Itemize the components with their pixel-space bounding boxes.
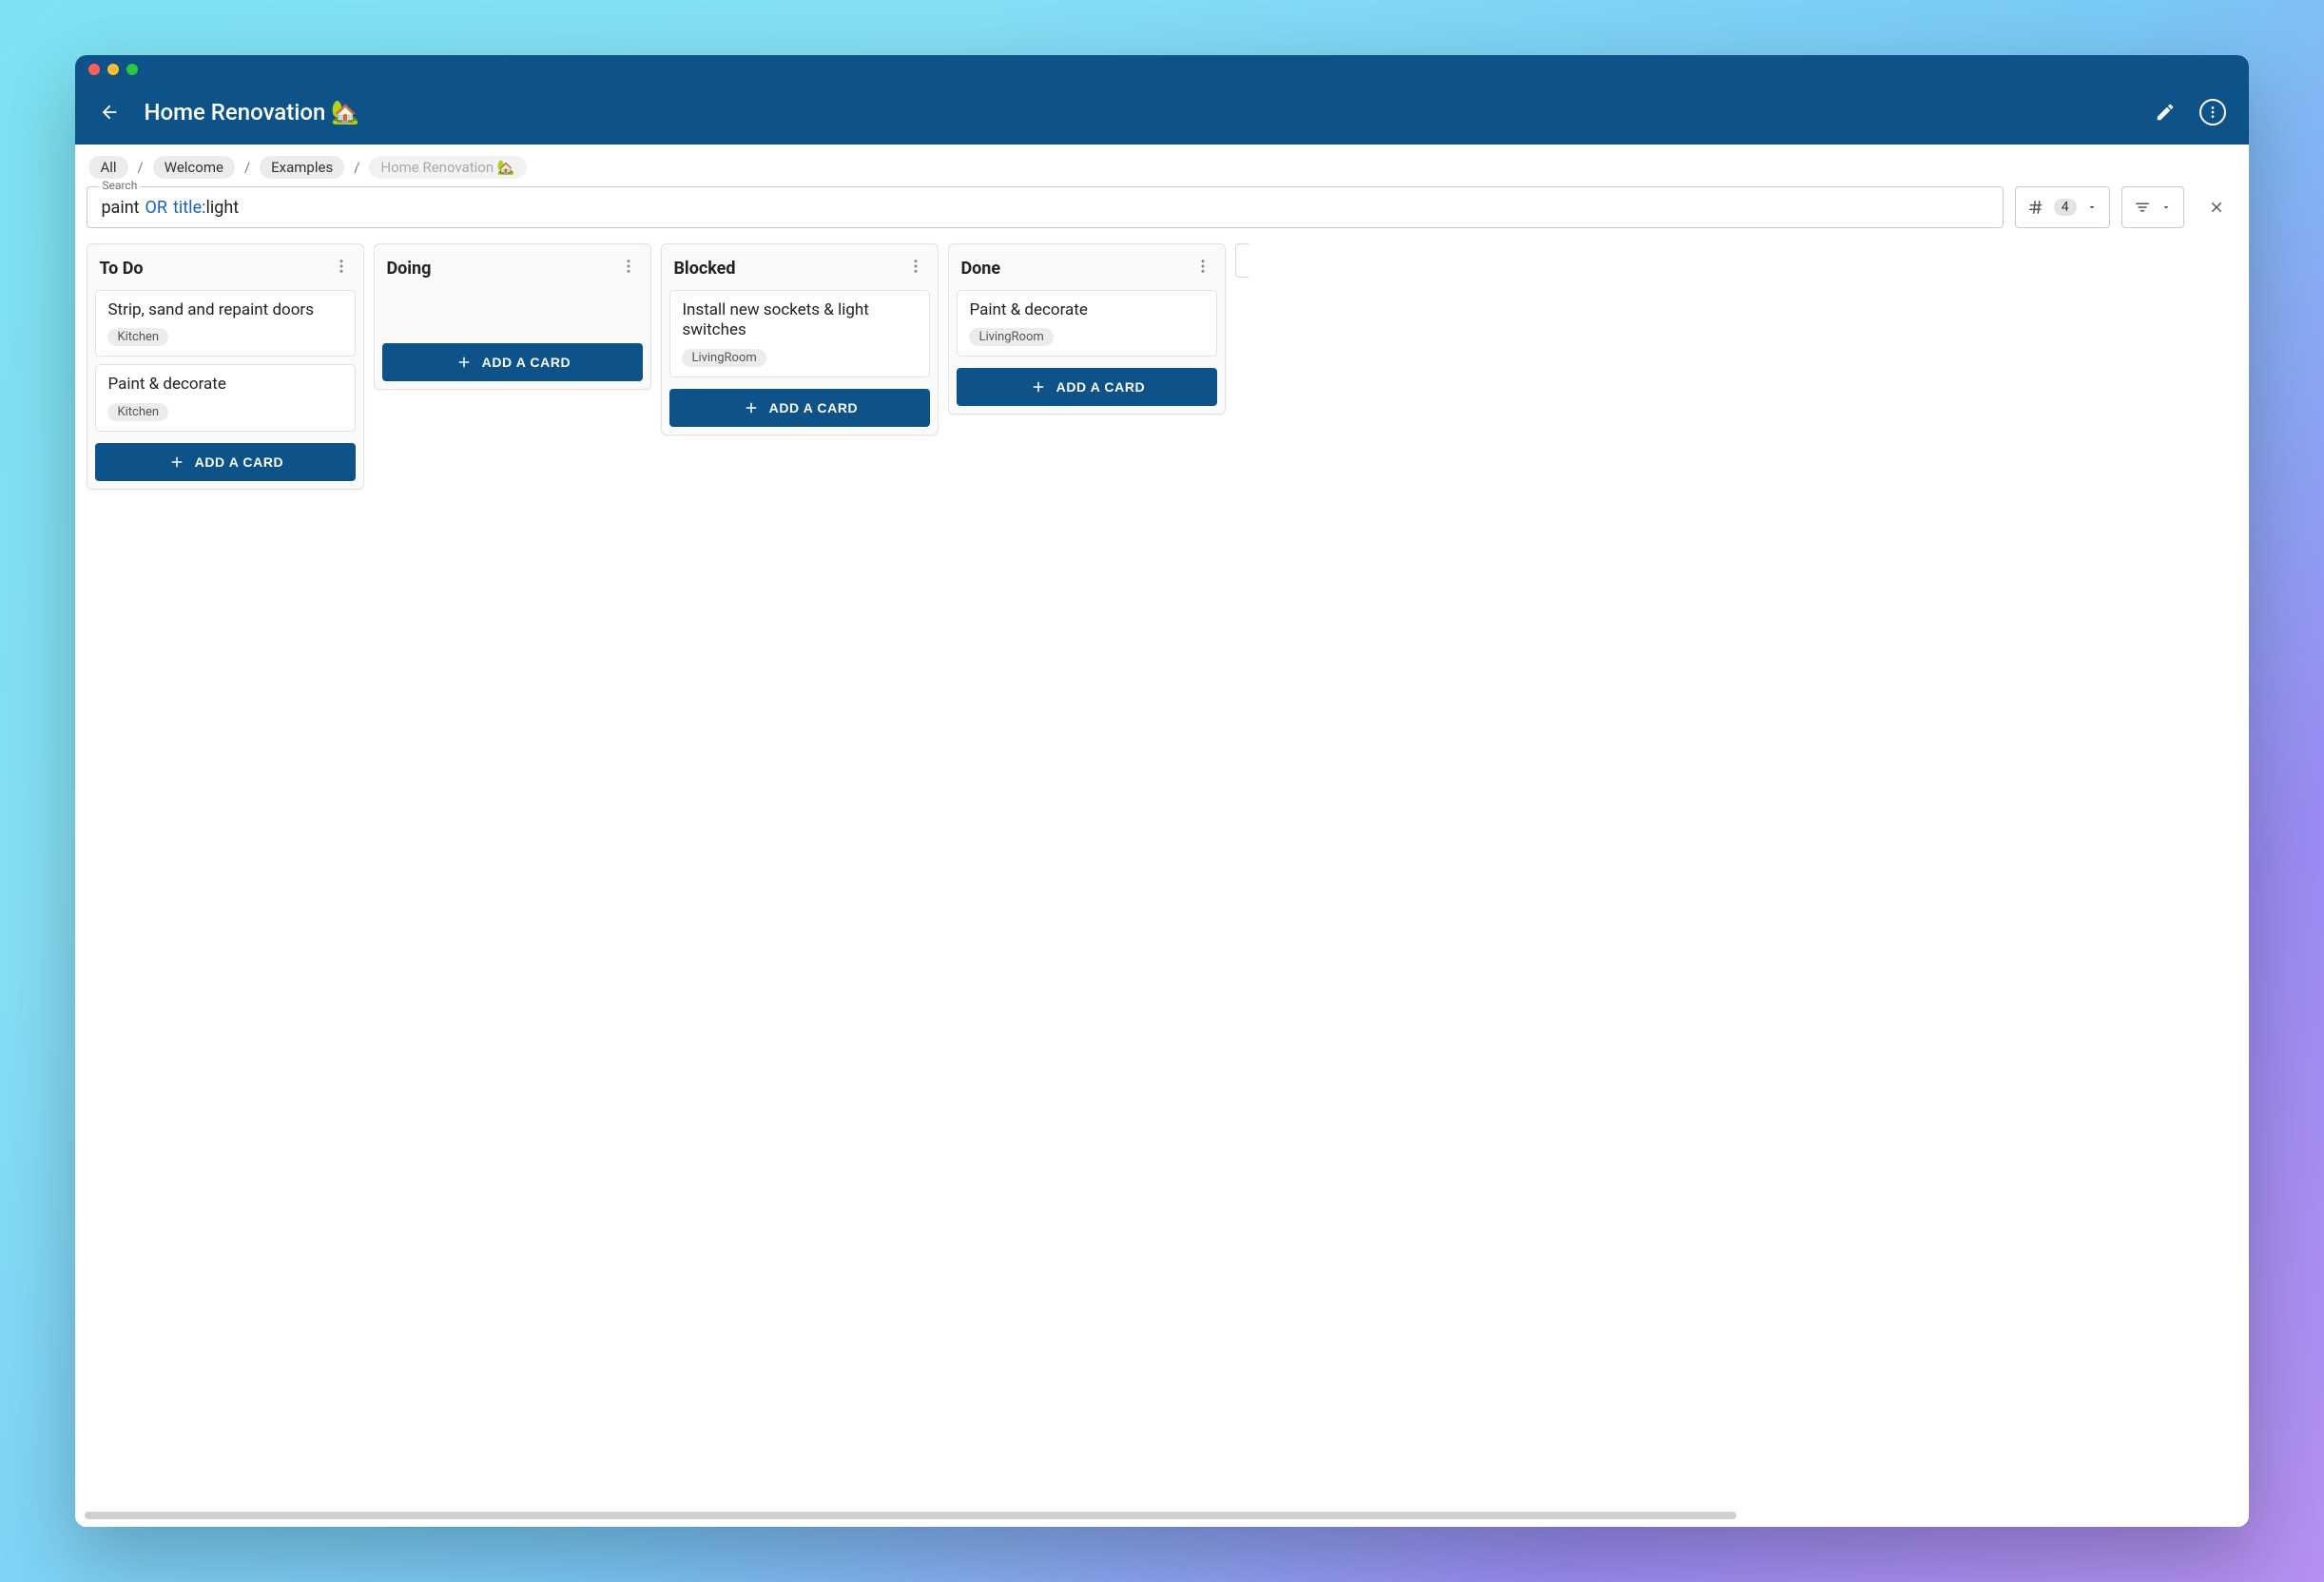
clear-search-button[interactable]	[2196, 186, 2237, 228]
add-card-label: ADD A CARD	[769, 400, 859, 415]
column-title: Doing	[386, 259, 431, 279]
card-list	[375, 290, 650, 336]
breadcrumb-separator: /	[138, 159, 144, 176]
more-vertical-icon	[620, 258, 637, 275]
column-menu-button[interactable]	[1191, 254, 1215, 282]
card-tag: Kitchen	[107, 328, 168, 346]
search-token-plain: light	[205, 198, 239, 218]
more-vertical-icon	[907, 258, 924, 275]
kanban-card[interactable]: Install new sockets & light switches Livi…	[669, 290, 930, 377]
kanban-card[interactable]: Strip, sand and repaint doors Kitchen	[95, 290, 356, 357]
breadcrumb-item[interactable]: Examples	[260, 156, 344, 179]
card-list: Install new sockets & light switches Livi…	[662, 290, 938, 381]
page-title: Home Renovation 🏡	[144, 99, 2130, 125]
kanban-card[interactable]: Paint & decorate LivingRoom	[957, 290, 1217, 357]
breadcrumb-item-current: Home Renovation 🏡	[369, 156, 526, 179]
breadcrumb-item[interactable]: Welcome	[153, 156, 235, 179]
kanban-column: Doing ADD A CARD	[374, 243, 651, 390]
add-card-label: ADD A CARD	[482, 355, 571, 370]
card-title: Strip, sand and repaint doors	[107, 300, 343, 320]
filter-icon	[2134, 199, 2151, 216]
breadcrumb-separator: /	[244, 159, 250, 176]
search-token-key: title:	[173, 198, 205, 218]
app-header: Home Renovation 🏡	[75, 84, 2248, 145]
add-card-button[interactable]: ADD A CARD	[669, 389, 930, 427]
window-minimize-button[interactable]	[107, 64, 119, 75]
window-titlebar	[75, 55, 2248, 84]
column-header: Blocked	[662, 244, 938, 290]
window-close-button[interactable]	[88, 64, 100, 75]
kanban-board: To Do Strip, sand and repaint doors Kitche…	[75, 240, 2248, 1527]
column-header: Doing	[375, 244, 650, 290]
card-tag: LivingRoom	[682, 349, 765, 367]
search-label: Search	[98, 179, 141, 192]
card-title: Install new sockets & light switches	[682, 300, 918, 341]
breadcrumb: All / Welcome / Examples / Home Renovati…	[75, 145, 2248, 186]
column-menu-button[interactable]	[903, 254, 928, 282]
app-window: Home Renovation 🏡 All / Welcome / Exampl…	[75, 55, 2248, 1527]
count-badge: 4	[2054, 199, 2077, 216]
hash-icon	[2027, 199, 2044, 216]
pencil-icon	[2155, 102, 2176, 123]
search-row: Search paint OR title:light 4	[75, 186, 2248, 240]
caret-down-icon	[2160, 202, 2172, 213]
add-card-button[interactable]: ADD A CARD	[95, 443, 356, 481]
more-menu-button[interactable]	[2199, 99, 2226, 125]
more-vertical-icon	[2205, 105, 2220, 120]
filter-control[interactable]	[2121, 186, 2184, 228]
add-card-label: ADD A CARD	[195, 454, 284, 470]
content-area: All / Welcome / Examples / Home Renovati…	[75, 145, 2248, 1527]
card-list: Paint & decorate LivingRoom	[949, 290, 1225, 360]
search-token-plain: paint	[101, 198, 139, 218]
breadcrumb-separator: /	[354, 159, 359, 176]
horizontal-scrollbar[interactable]	[85, 1512, 1736, 1519]
plus-icon	[455, 354, 473, 371]
card-title: Paint & decorate	[969, 300, 1205, 320]
column-count-control[interactable]: 4	[2015, 186, 2110, 228]
kanban-card[interactable]: Paint & decorate Kitchen	[95, 364, 356, 431]
add-card-button[interactable]: ADD A CARD	[957, 368, 1217, 406]
search-input[interactable]: paint OR title:light	[87, 186, 2003, 228]
plus-icon	[1030, 378, 1047, 396]
breadcrumb-item[interactable]: All	[88, 156, 127, 179]
arrow-left-icon	[99, 102, 120, 123]
card-tag: LivingRoom	[969, 328, 1053, 346]
search-token-operator: OR	[145, 198, 167, 218]
plus-icon	[743, 399, 760, 416]
card-title: Paint & decorate	[107, 375, 343, 395]
next-column-peek[interactable]	[1235, 243, 1249, 278]
search-field-wrap: Search paint OR title:light	[87, 186, 2003, 228]
column-header: To Do	[87, 244, 363, 290]
kanban-column: Blocked Install new sockets & light switc…	[661, 243, 939, 435]
add-card-label: ADD A CARD	[1056, 379, 1146, 395]
add-card-button[interactable]: ADD A CARD	[382, 343, 643, 381]
caret-down-icon	[2086, 202, 2098, 213]
column-menu-button[interactable]	[616, 254, 641, 282]
edit-button[interactable]	[2148, 95, 2182, 129]
window-maximize-button[interactable]	[126, 64, 138, 75]
scrollbar-thumb[interactable]	[85, 1512, 1736, 1519]
more-vertical-icon	[333, 258, 350, 275]
column-title: Blocked	[673, 259, 735, 279]
column-title: To Do	[99, 259, 143, 279]
plus-icon	[168, 453, 185, 471]
more-vertical-icon	[1194, 258, 1211, 275]
column-title: Done	[960, 259, 1000, 279]
kanban-column: To Do Strip, sand and repaint doors Kitche…	[87, 243, 364, 490]
kanban-column: Done Paint & decorate LivingRoom ADD A CARD	[948, 243, 1226, 415]
card-tag: Kitchen	[107, 403, 168, 421]
column-menu-button[interactable]	[329, 254, 354, 282]
card-list: Strip, sand and repaint doorsKitchenPain…	[87, 290, 363, 435]
column-header: Done	[949, 244, 1225, 290]
close-icon	[2208, 199, 2225, 216]
back-button[interactable]	[92, 95, 126, 129]
